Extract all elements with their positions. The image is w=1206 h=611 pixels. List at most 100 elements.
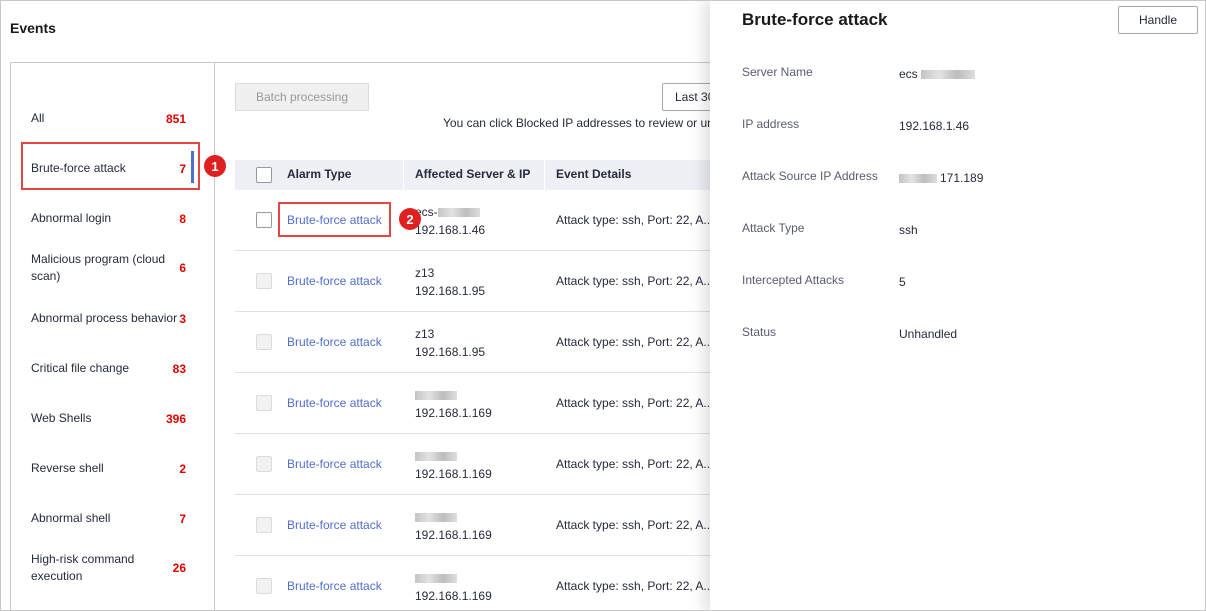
table-row: Brute-force attack z13 192.168.1.95 Atta… <box>235 312 715 373</box>
row-checkbox[interactable] <box>256 273 272 289</box>
server-ip: 192.168.1.46 <box>415 223 486 237</box>
select-all-checkbox[interactable] <box>256 167 272 183</box>
event-details: Attack type: ssh, Port: 22, A... <box>556 457 714 471</box>
alarm-type-link[interactable]: Brute-force attack <box>287 335 382 349</box>
category-count: 2 <box>179 461 186 476</box>
category-abnormal-process-behavior[interactable]: Abnormal process behavior 3 <box>31 310 186 327</box>
page-title: Events <box>10 20 56 36</box>
alarm-type-link[interactable]: Brute-force attack <box>287 274 382 288</box>
highlight-box-step1 <box>21 142 200 190</box>
event-details: Attack type: ssh, Port: 22, A... <box>556 335 714 349</box>
highlight-box-step2 <box>278 202 391 237</box>
category-label: Reverse shell <box>31 461 104 475</box>
server-ip: 192.168.1.95 <box>415 284 486 298</box>
alarm-type-link[interactable]: Brute-force attack <box>287 518 382 532</box>
field-label-intercepted-attacks: Intercepted Attacks <box>742 273 845 287</box>
category-count: 26 <box>172 561 186 575</box>
category-count: 8 <box>179 211 186 226</box>
redacted-server-name <box>920 70 975 80</box>
server-ip: 192.168.1.169 <box>415 528 492 542</box>
field-label-status: Status <box>742 325 777 339</box>
row-checkbox[interactable] <box>256 517 272 533</box>
redacted-server-name <box>415 574 457 584</box>
category-count: 83 <box>172 361 186 376</box>
category-count: 396 <box>165 411 186 426</box>
server-name <box>415 388 457 402</box>
handle-button[interactable]: Handle <box>1118 6 1198 34</box>
step-badge-2: 2 <box>399 208 421 230</box>
server-ip: 192.168.1.169 <box>415 467 492 481</box>
redacted-server-name <box>437 208 480 218</box>
field-value-ip-address: 192.168.1.46 <box>899 119 970 133</box>
server-ip: 192.168.1.169 <box>415 406 492 420</box>
category-all[interactable]: All 851 <box>31 110 186 127</box>
server-ip: 192.168.1.169 <box>415 589 492 603</box>
category-count: 851 <box>165 111 186 126</box>
field-value-status: Unhandled <box>899 327 958 341</box>
category-count: 3 <box>179 311 186 326</box>
server-ip: 192.168.1.95 <box>415 345 486 359</box>
event-details: Attack type: ssh, Port: 22, A... <box>556 579 714 593</box>
redacted-server-name <box>415 452 457 462</box>
batch-processing-button[interactable]: Batch processing <box>235 83 369 111</box>
events-window: Events All 851 Brute-force attack 7 Abno… <box>0 0 1206 611</box>
row-checkbox[interactable] <box>256 395 272 411</box>
field-label-ip-address: IP address <box>742 117 800 131</box>
event-details: Attack type: ssh, Port: 22, A... <box>556 396 714 410</box>
drawer-title: Brute-force attack <box>742 10 888 29</box>
category-critical-file-change[interactable]: Critical file change 83 <box>31 360 186 377</box>
category-web-shells[interactable]: Web Shells 396 <box>31 410 186 427</box>
category-abnormal-login[interactable]: Abnormal login 8 <box>31 210 186 227</box>
hint-text: You can click Blocked IP addresses to re… <box>443 116 714 130</box>
field-label-attack-source-ip: Attack Source IP Address <box>742 169 878 183</box>
row-checkbox[interactable] <box>256 212 272 228</box>
category-label: Web Shells <box>31 411 92 425</box>
step-badge-1: 1 <box>204 155 226 177</box>
field-label-attack-type: Attack Type <box>742 221 805 235</box>
server-name <box>415 571 457 585</box>
category-label: Abnormal login <box>31 211 112 225</box>
table-header: Alarm Type Affected Server & IP Event De… <box>235 160 715 190</box>
category-label: Malicious program (cloud scan) <box>31 252 166 283</box>
category-reverse-shell[interactable]: Reverse shell 2 <box>31 460 186 477</box>
alarm-type-link[interactable]: Brute-force attack <box>287 396 382 410</box>
event-details: Attack type: ssh, Port: 22, A... <box>556 274 714 288</box>
column-separator <box>403 160 404 190</box>
category-abnormal-shell[interactable]: Abnormal shell 7 <box>31 510 186 527</box>
category-high-risk-command-execution[interactable]: High-risk command execution 26 <box>31 551 186 585</box>
field-value-attack-type: ssh <box>899 223 918 237</box>
divider <box>214 62 215 610</box>
column-header-event-details: Event Details <box>556 167 632 181</box>
redacted-server-name <box>415 513 457 523</box>
server-name: z13 <box>415 327 435 341</box>
server-name: z13 <box>415 266 435 280</box>
field-value-server-name: ecs <box>899 67 975 81</box>
category-label: High-risk command execution <box>31 552 135 583</box>
field-label-server-name: Server Name <box>742 65 813 79</box>
event-details: Attack type: ssh, Port: 22, A... <box>556 213 714 227</box>
category-malicious-program[interactable]: Malicious program (cloud scan) 6 <box>31 251 186 285</box>
row-checkbox[interactable] <box>256 456 272 472</box>
divider <box>214 62 714 63</box>
field-value-intercepted-attacks: 5 <box>899 275 906 289</box>
column-header-alarm-type: Alarm Type <box>287 167 352 181</box>
category-count: 6 <box>179 261 186 275</box>
table-row: Brute-force attack 192.168.1.169 Attack … <box>235 434 715 495</box>
table-row: Brute-force attack 192.168.1.169 Attack … <box>235 495 715 556</box>
category-count: 7 <box>179 511 186 526</box>
server-name <box>415 510 457 524</box>
table-row: Brute-force attack 192.168.1.169 Attack … <box>235 556 715 610</box>
row-checkbox[interactable] <box>256 334 272 350</box>
category-label: Critical file change <box>31 361 130 375</box>
alarm-type-link[interactable]: Brute-force attack <box>287 579 382 593</box>
table-row: Brute-force attack 192.168.1.169 Attack … <box>235 373 715 434</box>
redacted-server-name <box>415 391 457 401</box>
table-row: Brute-force attack z13 192.168.1.95 Atta… <box>235 251 715 312</box>
server-name: ecs- <box>415 205 480 219</box>
redacted-ip-prefix <box>899 174 937 184</box>
category-label: All <box>31 111 45 125</box>
event-details: Attack type: ssh, Port: 22, A... <box>556 518 714 532</box>
alarm-type-link[interactable]: Brute-force attack <box>287 457 382 471</box>
server-name <box>415 449 457 463</box>
row-checkbox[interactable] <box>256 578 272 594</box>
